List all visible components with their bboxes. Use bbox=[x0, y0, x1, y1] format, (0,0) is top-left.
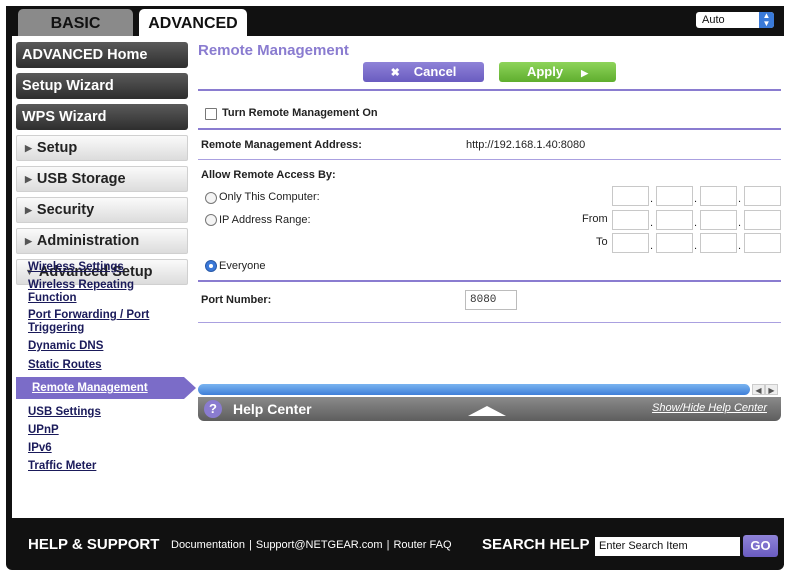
apply-button-label: Apply bbox=[526, 64, 564, 79]
link-separator: | bbox=[249, 539, 252, 551]
divider bbox=[198, 280, 781, 282]
nav-wps-wizard[interactable]: WPS Wizard bbox=[16, 104, 188, 130]
to-label: To bbox=[596, 236, 608, 248]
nav-setup-wizard[interactable]: Setup Wizard bbox=[16, 73, 188, 99]
help-center-title: Help Center bbox=[233, 401, 312, 417]
radio-only-this-computer-label: Only This Computer: bbox=[219, 191, 320, 203]
scroll-left-icon[interactable]: ◀ bbox=[752, 384, 765, 395]
remote-address-value: http://192.168.1.40:8080 bbox=[466, 139, 586, 151]
remote-management-checkbox[interactable] bbox=[205, 108, 217, 120]
cancel-button[interactable]: ✖ Cancel bbox=[363, 62, 484, 82]
show-hide-help-link[interactable]: Show/Hide Help Center bbox=[652, 402, 767, 414]
only-computer-ip-octet-3[interactable] bbox=[700, 186, 737, 206]
ip-dot: . bbox=[694, 240, 698, 252]
sublink-wireless-repeating[interactable]: Wireless Repeating Function bbox=[28, 279, 168, 304]
range-from-ip-octet-4[interactable] bbox=[744, 210, 781, 230]
port-number-input[interactable]: 8080 bbox=[465, 290, 517, 310]
ip-dot: . bbox=[694, 217, 698, 229]
apply-button[interactable]: Apply ▶ bbox=[499, 62, 616, 82]
port-number-label: Port Number: bbox=[201, 294, 272, 306]
ip-dot: . bbox=[738, 217, 742, 229]
range-to-ip-octet-2[interactable] bbox=[656, 233, 693, 253]
sublink-usb-settings[interactable]: USB Settings bbox=[28, 406, 168, 419]
ip-dot: . bbox=[738, 193, 742, 205]
ip-dot: . bbox=[738, 240, 742, 252]
close-icon: ✖ bbox=[390, 67, 400, 79]
nav-section-security[interactable]: ▶ Security bbox=[16, 197, 188, 223]
sublink-upnp[interactable]: UPnP bbox=[28, 424, 168, 437]
tab-basic[interactable]: BASIC bbox=[18, 9, 133, 36]
language-select-value: Auto bbox=[702, 14, 725, 26]
nav-section-setup[interactable]: ▶ Setup bbox=[16, 135, 188, 161]
range-from-ip-octet-1[interactable] bbox=[612, 210, 649, 230]
scroll-right-icon[interactable]: ▶ bbox=[765, 384, 778, 395]
select-arrows-icon: ▲ ▼ bbox=[759, 12, 774, 28]
radio-ip-range[interactable] bbox=[205, 214, 217, 226]
divider bbox=[198, 159, 781, 160]
only-computer-ip-octet-1[interactable] bbox=[612, 186, 649, 206]
expand-up-icon[interactable] bbox=[468, 406, 506, 416]
nav-section-administration[interactable]: ▶ Administration bbox=[16, 228, 188, 254]
divider bbox=[198, 89, 781, 91]
sublink-port-forwarding[interactable]: Port Forwarding / Port Triggering bbox=[28, 309, 168, 334]
remote-management-toggle-label: Turn Remote Management On bbox=[222, 107, 378, 119]
radio-everyone-label: Everyone bbox=[219, 260, 266, 272]
allow-access-label: Allow Remote Access By: bbox=[201, 169, 336, 181]
search-help-input[interactable]: Enter Search Item bbox=[595, 537, 740, 556]
link-separator: | bbox=[386, 539, 390, 551]
chevron-right-icon: ▶ bbox=[25, 174, 32, 184]
help-icon: ? bbox=[204, 400, 222, 418]
language-select[interactable]: Auto ▲ ▼ bbox=[696, 12, 774, 28]
cancel-button-label: Cancel bbox=[413, 64, 457, 79]
nav-advanced-home[interactable]: ADVANCED Home bbox=[16, 42, 188, 68]
sublink-ipv6[interactable]: IPv6 bbox=[28, 442, 168, 455]
documentation-link[interactable]: Documentation bbox=[171, 539, 245, 551]
ip-dot: . bbox=[650, 193, 654, 205]
divider bbox=[198, 322, 781, 323]
sublink-wireless-settings[interactable]: Wireless Settings bbox=[28, 261, 168, 274]
sublink-traffic-meter[interactable]: Traffic Meter bbox=[28, 460, 168, 473]
nav-section-label: Administration bbox=[36, 233, 140, 249]
radio-only-this-computer[interactable] bbox=[205, 192, 217, 204]
radio-everyone[interactable] bbox=[205, 260, 217, 272]
help-center-bar[interactable]: ? Help Center Show/Hide Help Center bbox=[198, 397, 781, 421]
go-button[interactable]: GO bbox=[743, 535, 778, 557]
arrow-right-icon: ▶ bbox=[581, 68, 589, 78]
only-computer-ip-octet-2[interactable] bbox=[656, 186, 693, 206]
sublink-remote-management[interactable]: Remote Management bbox=[16, 377, 196, 399]
remote-address-label: Remote Management Address: bbox=[201, 139, 362, 151]
footer: HELP & SUPPORT Documentation | Support@NET… bbox=[12, 525, 784, 565]
tab-advanced[interactable]: ADVANCED bbox=[139, 9, 247, 36]
sublink-dynamic-dns[interactable]: Dynamic DNS bbox=[28, 340, 168, 353]
router-faq-link[interactable]: Router FAQ bbox=[393, 539, 451, 551]
nav-section-usb-storage[interactable]: ▶ USB Storage bbox=[16, 166, 188, 192]
ip-dot: . bbox=[650, 217, 654, 229]
nav-section-label: USB Storage bbox=[36, 171, 126, 187]
scroll-buttons: ◀ ▶ bbox=[752, 384, 782, 395]
range-from-ip-octet-2[interactable] bbox=[656, 210, 693, 230]
only-computer-ip-octet-4[interactable] bbox=[744, 186, 781, 206]
nav-section-label: Setup bbox=[36, 140, 78, 156]
horizontal-scrollbar[interactable] bbox=[198, 384, 750, 395]
footer-links: Documentation | Support@NETGEAR.com | Router… bbox=[171, 539, 452, 551]
nav-section-label: Security bbox=[36, 202, 95, 218]
chevron-right-icon: ▶ bbox=[25, 236, 32, 246]
chevron-right-icon: ▶ bbox=[25, 143, 32, 153]
sublink-static-routes[interactable]: Static Routes bbox=[28, 359, 168, 372]
support-email-link[interactable]: Support@NETGEAR.com bbox=[256, 539, 383, 551]
search-help-label: SEARCH HELP bbox=[482, 536, 590, 553]
range-to-ip-octet-3[interactable] bbox=[700, 233, 737, 253]
range-from-ip-octet-3[interactable] bbox=[700, 210, 737, 230]
ip-dot: . bbox=[694, 193, 698, 205]
range-to-ip-octet-1[interactable] bbox=[612, 233, 649, 253]
ip-dot: . bbox=[650, 240, 654, 252]
top-tab-bar: BASIC ADVANCED Auto ▲ ▼ bbox=[6, 6, 784, 36]
chevron-right-icon: ▶ bbox=[25, 205, 32, 215]
radio-ip-range-label: IP Address Range: bbox=[219, 214, 311, 226]
page-title: Remote Management bbox=[198, 42, 349, 59]
footer-title: HELP & SUPPORT bbox=[28, 536, 160, 553]
from-label: From bbox=[582, 213, 608, 225]
divider bbox=[198, 128, 781, 130]
range-to-ip-octet-4[interactable] bbox=[744, 233, 781, 253]
